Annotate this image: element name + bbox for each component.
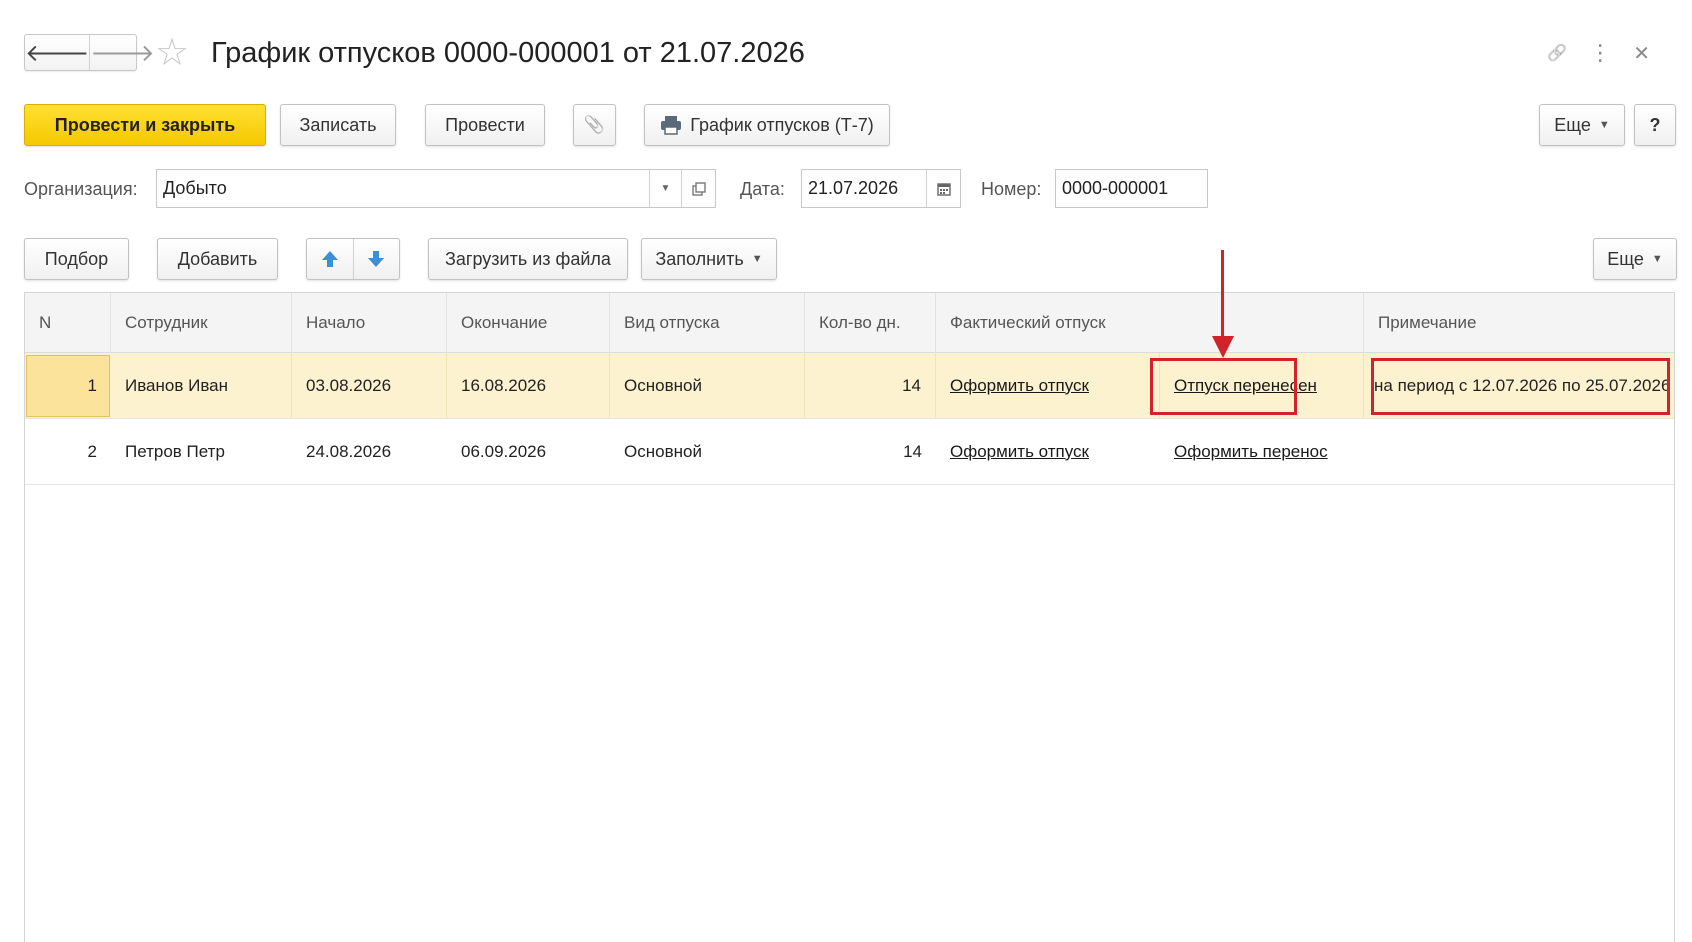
cell-n: 1: [87, 375, 97, 395]
cell-actual: Оформить отпуск: [936, 353, 1160, 418]
calendar-icon[interactable]: [926, 170, 960, 207]
number-value: 0000-000001: [1062, 178, 1169, 198]
move-down-icon[interactable]: [354, 239, 400, 279]
print-schedule-button[interactable]: График отпусков (Т-7): [644, 104, 890, 146]
vacation-transferred-link[interactable]: Отпуск перенесен: [1174, 376, 1317, 396]
page-title: График отпусков 0000-000001 от 21.07.202…: [211, 37, 805, 69]
close-icon[interactable]: ✕: [1633, 41, 1650, 66]
more-menu-icon[interactable]: ⋮: [1589, 40, 1611, 66]
date-field[interactable]: 21.07.2026: [801, 169, 961, 208]
cell-note: [1364, 419, 1675, 484]
fill-label: Заполнить: [655, 248, 744, 269]
save-button[interactable]: Записать: [280, 104, 396, 146]
cell-transfer: Оформить перенос: [1160, 419, 1364, 484]
cell-type: Основной: [610, 353, 805, 418]
organization-field[interactable]: Добыто ▼: [156, 169, 716, 208]
column-header-actual[interactable]: Фактический отпуск: [936, 293, 1364, 353]
print-schedule-label: График отпусков (Т-7): [690, 114, 874, 135]
cell-actual: Оформить отпуск: [936, 419, 1160, 484]
paperclip-icon: 📎: [583, 115, 606, 134]
cell-type: Основной: [624, 441, 702, 461]
create-vacation-link[interactable]: Оформить отпуск: [950, 376, 1089, 396]
dropdown-arrow-icon: ▼: [1651, 253, 1663, 265]
column-header-note[interactable]: Примечание: [1364, 293, 1675, 353]
cell-n: 2: [87, 441, 97, 461]
cell-transfer: Отпуск перенесен: [1160, 353, 1364, 418]
cell-note: на период с 12.07.2026 по 25.07.2026: [1374, 375, 1671, 395]
save-label: Записать: [299, 114, 377, 135]
pick-label: Подбор: [44, 248, 109, 269]
number-label: Номер:: [981, 179, 1042, 199]
table-header: N Сотрудник Начало Окончание Вид отпуска…: [25, 293, 1674, 353]
move-up-icon[interactable]: [307, 239, 354, 279]
load-from-file-button[interactable]: Загрузить из файла: [428, 238, 628, 280]
column-header-employee[interactable]: Сотрудник: [111, 293, 292, 353]
pick-button[interactable]: Подбор: [24, 238, 129, 280]
cell-end: 16.08.2026: [447, 353, 610, 418]
table-more-label: Еще: [1607, 248, 1644, 269]
post-button[interactable]: Провести: [425, 104, 545, 146]
table-more-button[interactable]: Еще ▼: [1593, 238, 1677, 280]
cell-end: 06.09.2026: [461, 441, 547, 461]
table-row[interactable]: 2 Петров Петр 24.08.2026 06.09.2026 Осно…: [25, 419, 1674, 485]
favorite-star-icon[interactable]: ☆: [155, 34, 189, 72]
cell-employee: Петров Петр: [125, 441, 225, 461]
add-button[interactable]: Добавить: [157, 238, 278, 280]
cell-days: 14: [903, 441, 922, 461]
cell-days: 14: [805, 353, 936, 418]
link-icon[interactable]: 🔗: [1547, 43, 1567, 63]
post-label: Провести: [445, 114, 525, 135]
cell-start: 03.08.2026: [292, 353, 447, 418]
add-label: Добавить: [177, 248, 258, 269]
annotation-arrow-shaft: [1221, 250, 1224, 340]
date-label: Дата:: [740, 179, 785, 199]
help-button[interactable]: ?: [1634, 104, 1676, 146]
cell-employee: Иванов Иван: [111, 353, 292, 418]
column-header-n[interactable]: N: [25, 293, 111, 353]
forward-arrow-icon[interactable]: 🡒: [89, 35, 155, 70]
column-header-days[interactable]: Кол-во дн.: [805, 293, 936, 353]
fill-button[interactable]: Заполнить ▼: [641, 238, 777, 280]
move-buttons: [306, 238, 400, 280]
column-header-end[interactable]: Окончание: [447, 293, 610, 353]
table-row[interactable]: 1 Иванов Иван 03.08.2026 16.08.2026 Осно…: [25, 353, 1674, 419]
back-arrow-icon[interactable]: 🡐: [25, 35, 89, 70]
dropdown-arrow-icon[interactable]: ▼: [649, 170, 681, 207]
number-field[interactable]: 0000-000001: [1055, 169, 1208, 208]
attach-button[interactable]: 📎: [573, 104, 616, 146]
load-from-file-label: Загрузить из файла: [445, 248, 611, 269]
dropdown-arrow-icon: ▼: [751, 253, 763, 265]
post-and-close-label: Провести и закрыть: [54, 114, 236, 135]
organization-value: Добыто: [163, 178, 227, 198]
column-header-type[interactable]: Вид отпуска: [610, 293, 805, 353]
create-transfer-link[interactable]: Оформить перенос: [1174, 442, 1328, 462]
cell-start: 24.08.2026: [306, 441, 392, 461]
vacation-schedule-table: N Сотрудник Начало Окончание Вид отпуска…: [24, 292, 1675, 942]
post-and-close-button[interactable]: Провести и закрыть: [24, 104, 266, 146]
create-vacation-link[interactable]: Оформить отпуск: [950, 442, 1089, 462]
annotation-arrow-head: [1212, 336, 1234, 358]
window-controls: 🔗 ⋮ ✕: [1547, 40, 1650, 66]
more-label: Еще: [1554, 114, 1591, 135]
date-value: 21.07.2026: [808, 178, 899, 198]
help-label: ?: [1649, 114, 1661, 135]
organization-label: Организация:: [24, 179, 138, 199]
printer-icon: [661, 116, 682, 135]
open-item-icon[interactable]: [681, 170, 715, 207]
column-header-start[interactable]: Начало: [292, 293, 447, 353]
navigation-buttons: 🡐 🡒: [24, 34, 155, 71]
dropdown-arrow-icon: ▼: [1598, 119, 1610, 131]
more-button[interactable]: Еще ▼: [1539, 104, 1625, 146]
